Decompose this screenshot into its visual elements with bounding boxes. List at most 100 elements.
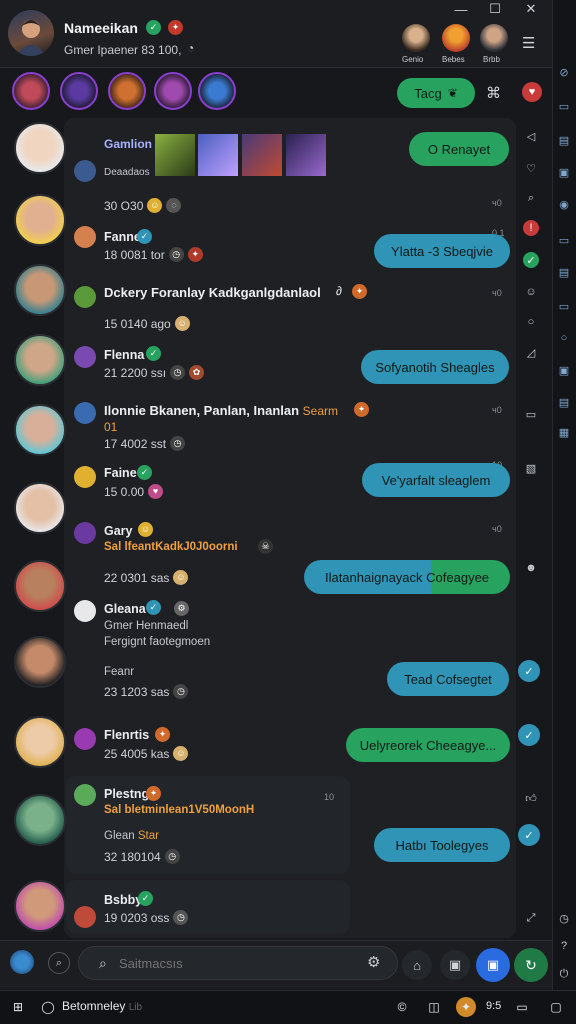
expand-icon[interactable]: ⤢ (523, 910, 539, 926)
rail-calendar-icon[interactable]: ▣ (556, 164, 572, 180)
conversation-avatar-8[interactable] (14, 636, 66, 688)
conversation-avatar-7[interactable] (14, 560, 66, 612)
conversation-avatar-10[interactable] (14, 794, 66, 846)
thumbs-up-icon[interactable]: 👍︎ (523, 790, 539, 806)
rail-card-icon[interactable]: ▭ (556, 232, 572, 248)
search-icon: ⌕ (99, 955, 107, 971)
conversation-avatar-5[interactable] (14, 404, 66, 456)
rail-power-icon[interactable]: ⏻ (556, 966, 572, 982)
tag-button[interactable]: Tacg ❦ (397, 78, 475, 108)
leaf-icon: ❦ (447, 86, 458, 100)
rail-grid-icon[interactable]: ▦ (556, 424, 572, 440)
row-6-avatar (74, 466, 96, 488)
conversation-avatar-1[interactable] (14, 122, 66, 174)
rail-link-icon[interactable]: ⊘ (556, 64, 572, 80)
row-11-badge-icon: ✓ (138, 891, 153, 906)
conversation-avatar-3[interactable] (14, 264, 66, 316)
emoji-icon: ☺ (174, 316, 190, 331)
right-rail (552, 0, 576, 990)
gallery-thumb-3[interactable] (242, 134, 282, 176)
gallery-thumb-1[interactable] (155, 134, 195, 176)
message-bubble-5[interactable]: Ilatanhaignayack Cofeagyee (304, 560, 510, 594)
rail-clock-icon[interactable]: ◷ (556, 910, 572, 926)
message-bubble-1[interactable]: O Renayet (409, 132, 509, 166)
attach-button[interactable]: ⌂ (402, 950, 432, 980)
rail-window-icon[interactable]: ▭ (556, 98, 572, 114)
search-toggle-icon[interactable]: ⌕ (48, 952, 70, 974)
rail-globe-icon[interactable]: ◉ (556, 196, 572, 212)
notification-icon[interactable]: ▢ (546, 997, 566, 1017)
rail-bookmark-icon[interactable]: ▭ (556, 298, 572, 314)
conversation-avatar-4[interactable] (14, 334, 66, 386)
taskbar-app-label[interactable]: Betomneley Lib (62, 999, 142, 1013)
timer-3: ч0 (492, 405, 502, 415)
gallery-thumb-4[interactable] (286, 134, 326, 176)
clock-icon: ◷ (164, 849, 180, 864)
reply-icon[interactable]: ◁ (523, 128, 539, 144)
status-green-icon: ✓ (523, 252, 539, 268)
settings-icon[interactable]: ⚙ (367, 953, 380, 971)
message-input[interactable] (119, 953, 359, 973)
row-11-meta: 19 0203 oss ◷ (104, 910, 189, 925)
maximize-button[interactable]: ☐ (484, 0, 506, 18)
row-5-name: Ilonnie Bkanen, Panlan, Inanlan Searm (104, 403, 339, 418)
like-icon[interactable]: ♡ (523, 160, 539, 176)
story-1[interactable] (12, 72, 50, 110)
close-button[interactable]: ✕ (520, 0, 542, 18)
windows-start-icon[interactable]: ⊞ (8, 997, 28, 1017)
copy-icon[interactable]: ▭ (523, 406, 539, 422)
top-avatar-3[interactable] (480, 24, 508, 52)
message-bubble-2[interactable]: Ylatta -3 Sbeqjvie (374, 234, 510, 268)
heart-icon[interactable]: ♥ (522, 82, 542, 102)
game-icon[interactable]: ✦ (456, 997, 476, 1017)
message-bubble-7[interactable]: Uelyreorek Cheeagye... (346, 728, 510, 762)
app-logo-icon[interactable] (10, 950, 34, 974)
message-bubble-3[interactable]: Sofyanotih Sheagles (361, 350, 509, 384)
story-4[interactable] (154, 72, 192, 110)
conversation-avatar-6[interactable] (14, 482, 66, 534)
rail-bell-icon[interactable]: ○ (556, 330, 572, 346)
gallery-thumb-2[interactable] (198, 134, 238, 176)
story-3[interactable] (108, 72, 146, 110)
header-subtitle: Gmer Ipaener 83 100, (64, 43, 182, 57)
image-icon[interactable]: ▧ (523, 460, 539, 476)
conversation-avatar-2[interactable] (14, 194, 66, 246)
message-bubble-6[interactable]: Tead Cofsegtet (387, 662, 509, 696)
row-3-name: Dckery Foranlay Kadkganlgdanlaol (104, 285, 321, 300)
timer-1: ч0 (492, 198, 502, 208)
media-button[interactable]: ▣ (440, 950, 470, 980)
message-search-box[interactable]: ⌕ ⚙ (78, 946, 398, 980)
story-5[interactable] (198, 72, 236, 110)
profile-avatar[interactable] (8, 10, 54, 56)
top-avatar-2[interactable] (442, 24, 470, 52)
rail-chat-icon[interactable]: ▤ (556, 132, 572, 148)
rail-media-icon[interactable]: ▤ (556, 394, 572, 410)
message-bubble-4[interactable]: Ve'yarfalt sleaglem (362, 463, 510, 497)
rail-help-icon[interactable]: ? (556, 938, 572, 954)
menu-icon[interactable]: ☰ (522, 34, 535, 52)
pin-icon[interactable]: ⌕ (523, 190, 539, 206)
edit-icon[interactable]: ◿ (523, 344, 539, 360)
copyright-icon[interactable]: © (392, 997, 412, 1017)
rail-settings-icon[interactable]: ▣ (556, 362, 572, 378)
share-icon[interactable]: ⌘ (486, 84, 501, 102)
bot-icon[interactable]: ☻ (523, 560, 539, 576)
twitch-icon[interactable]: ▭ (512, 997, 532, 1017)
conversation-avatar-11[interactable] (14, 880, 66, 932)
minimize-button[interactable]: — (450, 0, 472, 18)
row-8-meta-label: Feanr (104, 666, 135, 678)
circle-icon[interactable]: ○ (523, 314, 539, 330)
rail-list-icon[interactable]: ▤ (556, 264, 572, 280)
row-8-gear-icon: ⚙ (174, 601, 189, 616)
alert-icon[interactable]: ! (523, 220, 539, 236)
conversation-avatar-9[interactable] (14, 716, 66, 768)
send-button[interactable]: ↻ (514, 948, 548, 982)
messenger-window: Nameeikan ✓ ✦ Gmer Ipaener 83 100, ◔ Gen… (0, 0, 576, 1024)
chat-button[interactable]: ▣ (476, 948, 510, 982)
emoji-react-icon[interactable]: ☺ (523, 284, 539, 300)
top-avatar-1[interactable] (402, 24, 430, 52)
story-2[interactable] (60, 72, 98, 110)
whatsapp-icon[interactable]: ◯ (38, 997, 58, 1017)
message-bubble-8[interactable]: Hatbı Toolegyes (374, 828, 510, 862)
instagram-icon[interactable]: ◫ (424, 997, 444, 1017)
